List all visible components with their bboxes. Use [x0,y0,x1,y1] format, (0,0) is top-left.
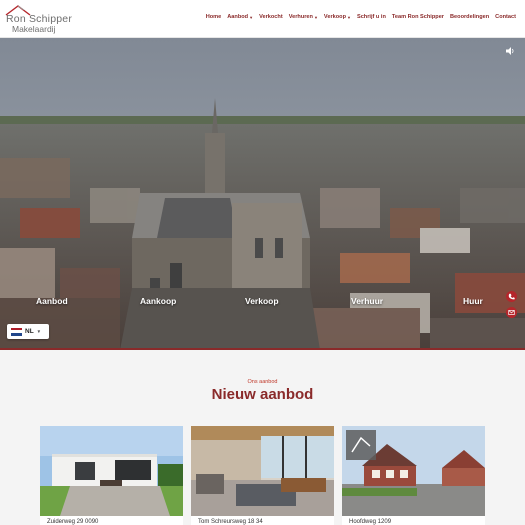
chevron-down-icon: ▼ [347,14,351,20]
nav-label: Contact [495,14,516,20]
listing-photo [342,426,485,516]
logo-subtitle: Makelaardij [12,24,56,34]
chevron-down-icon: ▼ [313,14,318,20]
nav-item-schrijf-u-in[interactable]: Schrijf u in [354,14,389,20]
hero-divider [0,348,525,350]
language-selector[interactable]: NL ▼ [7,324,49,339]
phone-button[interactable] [506,291,517,302]
logo[interactable]: Ron Schipper Makelaardij [4,4,72,34]
hero-link-verhuur[interactable]: Verhuur [351,296,383,306]
section-title: Nieuw aanbod [211,386,314,403]
listing-card[interactable]: Tom Schreursweg 18 34 [191,426,334,525]
nav-label: Verkocht [259,14,283,20]
mail-button[interactable] [506,307,517,318]
hero-link-aankoop[interactable]: Aankoop [140,296,176,306]
nav-item-beoordelingen[interactable]: Beoordelingen [447,14,492,20]
site-header: Ron Schipper Makelaardij Home Aanbod ▼ Ve… [0,0,525,38]
hero-banner: Aanbod Aankoop Verkoop Verhuur Huur NL ▼ [0,38,525,350]
language-label: NL [25,328,34,335]
nav-label: Verkoop [323,14,346,20]
nav-item-team[interactable]: Team Ron Schipper [389,14,447,20]
hero-quick-links: Aanbod Aankoop Verkoop Verhuur Huur [0,296,525,310]
nav-label: Home [205,14,222,20]
nav-item-verhuren[interactable]: Verhuren ▼ [286,14,321,20]
phone-icon [508,293,515,300]
listing-card[interactable]: Hoofdweg 1209 [342,426,485,525]
hero-link-verkoop[interactable]: Verkoop [245,296,279,306]
listing-card[interactable]: Zuiderweg 29 0090 [40,426,183,525]
nav-label: Beoordelingen [450,14,490,20]
netherlands-flag-icon [11,327,22,336]
listing-address: Tom Schreursweg 18 34 [198,519,263,525]
nav-label: Schrijf u in [356,14,386,20]
mail-icon [508,310,515,315]
main-navigation: Home Aanbod ▼ Verkocht Verhuren ▼ Verkoop ▼… [203,14,519,20]
chevron-down-icon: ▼ [36,329,42,334]
nav-label: Aanbod [227,14,249,20]
listing-photo [191,426,334,516]
nav-item-home[interactable]: Home [203,14,225,20]
nav-item-verkoop[interactable]: Verkoop ▼ [321,14,354,20]
nav-item-contact[interactable]: Contact [492,14,519,20]
sound-icon[interactable] [505,46,515,56]
listing-address: Zuiderweg 29 0090 [47,519,99,525]
nav-item-verkocht[interactable]: Verkocht [256,14,286,20]
listing-photo [40,426,183,516]
nav-label: Team Ron Schipper [391,14,444,20]
hero-link-huur[interactable]: Huur [463,296,483,306]
hero-link-aanbod[interactable]: Aanbod [36,296,68,306]
nav-label: Verhuren [288,14,313,20]
listing-address: Hoofdweg 1209 [349,519,392,525]
section-eyebrow: Ons aanbod [247,379,278,385]
nav-item-aanbod[interactable]: Aanbod ▼ [224,14,256,20]
chevron-down-icon: ▼ [249,14,254,20]
